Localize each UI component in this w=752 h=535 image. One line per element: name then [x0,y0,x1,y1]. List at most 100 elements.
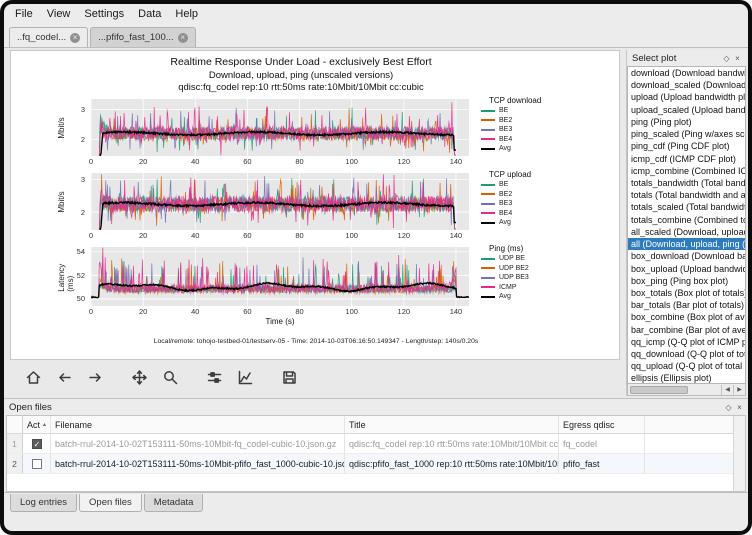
plot-item-ping[interactable]: ping (Ping plot) [628,116,745,128]
save-button[interactable] [278,366,300,388]
x-tick-label: 0 [79,231,103,240]
legend-line-swatch [481,184,495,186]
result-tab-0[interactable]: ..fq_codel...× [9,27,88,47]
plot-item-upload_scaled[interactable]: upload_scaled (Upload bandwidth w/axes s… [628,104,745,116]
title-cell: qdisc:pfifo_fast_1000 rep:10 rtt:50ms ra… [345,454,559,473]
open-files-table: Act▴FilenameTitleEgress qdisc 1✓batch-rr… [6,415,746,492]
plot-item-bar_combine[interactable]: bar_combine (Bar plot of averages of sev… [628,324,745,336]
plot-canvas-download[interactable] [91,99,469,156]
select-plot-dock: Select plot ◇ × download (Download bandw… [626,50,746,396]
column-header-filename[interactable]: Filename [51,416,345,433]
bottom-tab-log-entries[interactable]: Log entries [10,494,77,512]
x-axis-ticks-download: 020406080100120140 [91,156,469,166]
tab-close-icon[interactable]: × [70,33,80,43]
plot-item-ping_cdf[interactable]: ping_cdf (Ping CDF plot) [628,140,745,152]
zoom-button[interactable] [159,366,181,388]
subplots-button[interactable] [203,366,225,388]
bottom-tab-open-files[interactable]: Open files [79,494,142,512]
legend-item: UDP BE2 [479,264,619,274]
legend-label: BE [499,107,508,114]
plot-item-totals_scaled[interactable]: totals_scaled (Total bandwidth and avera… [628,201,745,213]
plot-item-icmp_combine[interactable]: icmp_combine (Combined ICMP ping plot) [628,165,745,177]
scroll-right-button[interactable]: ▶ [733,385,745,395]
dock-float-icon[interactable]: ◇ [721,54,732,63]
legend-label: BE4 [499,136,512,143]
legend-item: BE [479,106,619,116]
horizontal-scrollbar-thumb[interactable] [630,386,688,394]
customize-button[interactable] [234,366,256,388]
legend-label: Avg [499,293,511,300]
plot-item-icmp_cdf[interactable]: icmp_cdf (ICMP CDF plot) [628,153,745,165]
legend-label: BE2 [499,191,512,198]
plot-item-box_upload[interactable]: box_upload (Upload bandwidth box plot) [628,263,745,275]
y-axis-ticks-upload: 23 [11,173,87,230]
plot-canvas-upload[interactable] [91,173,469,230]
plot-item-qq_download[interactable]: qq_download (Q-Q plot of total download … [628,348,745,360]
figure-footer-metadata: Local/remote: tohojo-testbed-01/testserv… [11,338,620,345]
plot-item-upload[interactable]: upload (Upload bandwidth plot) [628,91,745,103]
pan-button[interactable] [128,366,150,388]
menu-item-file[interactable]: File [8,6,40,22]
x-tick-label: 140 [444,157,468,166]
result-tab-1[interactable]: ...pfifo_fast_100...× [90,27,196,47]
egress-qdisc-cell: fq_codel [559,434,645,453]
bottom-tab-metadata[interactable]: Metadata [144,494,204,512]
menu-item-settings[interactable]: Settings [77,6,131,22]
plot-item-box_totals[interactable]: box_totals (Box plot of totals) [628,287,745,299]
open-files-dock: Open files ◇ × Act▴FilenameTitleEgress q… [4,398,748,492]
act-checkbox[interactable] [32,459,42,469]
back-button[interactable] [53,366,75,388]
plot-item-all[interactable]: all (Download, upload, ping (unscaled ve… [628,238,745,250]
menu-item-view[interactable]: View [40,6,78,22]
table-scrollbar-track[interactable] [733,416,745,491]
table-row[interactable]: 1✓batch-rrul-2014-10-02T153111-50ms-10Mb… [7,434,745,454]
plot-item-ellipsis[interactable]: ellipsis (Ellipsis plot) [628,372,745,384]
legend-label: Avg [499,219,511,226]
customize-icon [237,369,254,386]
menu-bar: FileViewSettingsDataHelp [4,4,748,24]
plot-item-download_scaled[interactable]: download_scaled (Download bandwidth plot… [628,79,745,91]
y-tick-label: 2 [11,208,85,217]
menu-item-data[interactable]: Data [131,6,168,22]
x-tick-label: 80 [288,157,312,166]
plot-item-download[interactable]: download (Download bandwidth plot) [628,67,745,79]
plot-item-bar_totals[interactable]: bar_totals (Bar plot of totals) [628,299,745,311]
plot-item-totals_combine[interactable]: totals_combine (Combined total bandwidth… [628,214,745,226]
plot-canvas-ping[interactable] [91,247,469,306]
plot-item-totals_bandwidth[interactable]: totals_bandwidth (Total bandwidth) [628,177,745,189]
legend-item: Avg [479,292,619,302]
act-checkbox[interactable]: ✓ [32,439,42,449]
plot-item-all_scaled[interactable]: all_scaled (Download, upload, ping (scal… [628,226,745,238]
bottom-tab-bar: Log entriesOpen filesMetadata [4,492,748,516]
tab-close-icon[interactable]: × [178,33,188,43]
x-tick-label: 100 [340,307,364,316]
column-header-egress-qdisc[interactable]: Egress qdisc [559,416,645,433]
plot-item-qq_upload[interactable]: qq_upload (Q-Q plot of total upload band… [628,360,745,372]
zoom-icon [162,369,179,386]
plot-item-box_ping[interactable]: box_ping (Ping box plot) [628,275,745,287]
home-button[interactable] [22,366,44,388]
dock-close-icon[interactable]: × [734,403,745,412]
legend-label: UDP BE [499,255,525,262]
dock-float-icon[interactable]: ◇ [723,403,734,412]
scroll-left-button[interactable]: ◀ [721,385,733,395]
plot-item-box_download[interactable]: box_download (Download bandwidth box plo… [628,250,745,262]
plot-item-box_combine[interactable]: box_combine (Box plot of averages of sev… [628,311,745,323]
legend-label: UDP BE2 [499,265,529,272]
x-tick-label: 140 [444,231,468,240]
menu-item-help[interactable]: Help [168,6,205,22]
x-tick-label: 120 [392,307,416,316]
dock-close-icon[interactable]: × [732,54,743,63]
x-tick-label: 20 [131,157,155,166]
plot-item-totals[interactable]: totals (Total bandwidth and average ping… [628,189,745,201]
y-tick-label: 54 [11,247,85,256]
legend-label: BE2 [499,117,512,124]
column-header-title[interactable]: Title [345,416,559,433]
plot-item-qq_icmp[interactable]: qq_icmp (Q-Q plot of ICMP pings) [628,336,745,348]
plot-item-ping_scaled[interactable]: ping_scaled (Ping w/axes scaled to remov… [628,128,745,140]
column-header-act[interactable]: Act▴ [23,416,51,433]
forward-button[interactable] [84,366,106,388]
horizontal-scrollbar[interactable]: ◀ ▶ [627,384,746,396]
table-row[interactable]: 2batch-rrul-2014-10-02T153111-50ms-10Mbi… [7,454,745,474]
status-strip [4,516,748,531]
